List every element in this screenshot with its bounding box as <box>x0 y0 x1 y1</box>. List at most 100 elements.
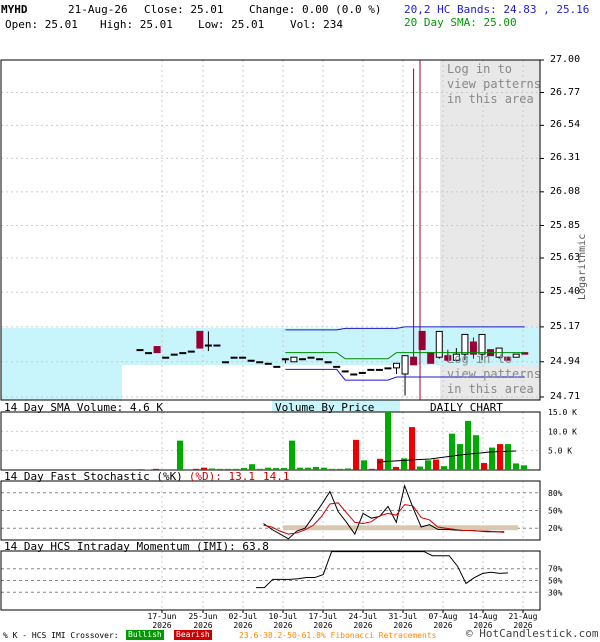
x-tick-label: 17-Jul <box>309 612 338 621</box>
volume-bar <box>425 460 431 470</box>
x-tick-label: 25-Jun <box>189 612 218 621</box>
volume-bar <box>457 444 463 470</box>
candle-body <box>205 345 211 346</box>
imi-tick-label: 30% <box>548 588 563 597</box>
fibonacci-label: 23.6-38.2-50-61.8% Fibonacci Retracement… <box>239 629 436 642</box>
volume-bar <box>465 421 471 470</box>
volume-bar <box>313 467 319 470</box>
copyright[interactable]: © HotCandlestick.com <box>466 627 598 640</box>
volume-bar <box>321 468 327 470</box>
volume-bar <box>481 463 487 470</box>
candle-body <box>171 354 177 355</box>
volume-tick-label: 5.0 K <box>548 447 572 456</box>
candle-body <box>436 331 442 357</box>
volume-bar <box>513 463 519 470</box>
candle-body <box>394 363 400 368</box>
candle-body <box>411 357 417 365</box>
stoch-k-title: 14 Day Fast Stochastic (%K) <box>4 470 183 483</box>
candle-body <box>428 353 434 364</box>
volume-bar <box>369 469 375 470</box>
candle-body <box>231 357 237 358</box>
candle-body <box>376 369 382 370</box>
volume-bar <box>521 465 527 470</box>
imi-line <box>256 552 508 588</box>
volume-bar <box>177 441 183 470</box>
volume-bar <box>417 467 423 470</box>
bearish-badge: Bearish <box>174 630 212 640</box>
candle-body <box>188 351 194 352</box>
stoch-title: 14 Day Fast Stochastic (%K) (%D): 13.1 14.… <box>4 470 290 483</box>
candle-body <box>342 371 348 372</box>
volume-title: 14 Day SMA Volume: 4.6 K <box>4 401 163 414</box>
y-tick-label: 24.71 <box>550 391 580 402</box>
candle-body <box>257 362 263 363</box>
login-patterns-bottom[interactable]: Log in to view patterns in this area <box>447 352 542 397</box>
momentum-title: 14 Day HCS Intraday Momentum (IMI): 63.8 <box>4 540 269 553</box>
stoch-k-readout: 14.1 <box>263 470 290 483</box>
x-tick-label: 21-Aug <box>509 612 538 621</box>
volume-bar <box>289 441 295 470</box>
volume-bar <box>329 469 335 470</box>
volume-bar <box>441 466 447 470</box>
candle-body <box>214 345 220 346</box>
candle-body <box>265 363 271 364</box>
candle-body <box>325 362 331 363</box>
volume-by-price-label: Volume By Price <box>275 401 374 414</box>
candle-body <box>197 331 203 348</box>
volume-bar <box>377 459 383 470</box>
momentum-panel: 70%50%30% <box>256 552 563 598</box>
candle-body <box>137 350 143 351</box>
volume-bar <box>449 434 455 470</box>
candle-body <box>299 359 305 360</box>
candle-body <box>419 331 425 349</box>
login-patterns-top[interactable]: Log in to view patterns in this area <box>447 62 542 107</box>
candle-body <box>154 347 160 353</box>
volume-bar <box>473 435 479 470</box>
volume-sma-line <box>378 451 516 462</box>
x-tick-label: 10-Jul <box>269 612 298 621</box>
candle-body <box>291 357 297 362</box>
candle-body <box>317 359 323 360</box>
volume-tick-label: 15.0 K <box>548 408 577 417</box>
x-tick-label: 14-Aug <box>469 612 498 621</box>
x-tick-label: 07-Aug <box>429 612 458 621</box>
candle-body <box>146 353 152 354</box>
volume-bar <box>297 468 303 470</box>
band-fill-left <box>1 365 122 400</box>
stochastic-panel: 80% 50% 20% <box>264 486 563 539</box>
candle-body <box>223 362 229 363</box>
stoch-tick-label: 80% <box>548 489 563 498</box>
stoch-tick-label: 50% <box>548 507 563 516</box>
volume-bar <box>409 427 415 470</box>
x-tick-label: 02-Jul <box>229 612 258 621</box>
stoch-tick-label: 20% <box>548 524 563 533</box>
y-tick-label: 26.54 <box>550 119 580 130</box>
candle-body <box>351 374 357 375</box>
y-tick-label: 26.31 <box>550 152 580 163</box>
candle-body <box>180 353 186 354</box>
x-tick-label: 24-Jul <box>349 612 378 621</box>
fib-band <box>283 525 518 530</box>
y-tick-label: 26.77 <box>550 87 580 98</box>
candle-body <box>248 360 254 361</box>
candle-body <box>385 368 391 369</box>
candle-body <box>282 359 288 360</box>
candle-body <box>334 366 340 367</box>
volume-bar <box>393 467 399 470</box>
volume-bar <box>489 448 495 470</box>
stoch-d-readout: (%D): 13.1 <box>189 470 255 483</box>
candle-body <box>368 369 374 370</box>
candle-body <box>163 357 169 358</box>
volume-bar <box>353 440 359 470</box>
candle-body <box>240 357 246 358</box>
volume-bar <box>433 460 439 470</box>
volume-bar <box>345 468 351 470</box>
candle-body <box>359 372 365 373</box>
volume-bar <box>361 460 367 470</box>
y-tick-label: 25.17 <box>550 321 580 332</box>
bullish-badge: Bullish <box>126 630 164 640</box>
y-tick-label: 25.85 <box>550 220 580 231</box>
volume-bar <box>505 444 511 470</box>
logarithmic-label: Logarithmic <box>576 234 589 300</box>
volume-tick-label: 10.0 K <box>548 427 577 436</box>
